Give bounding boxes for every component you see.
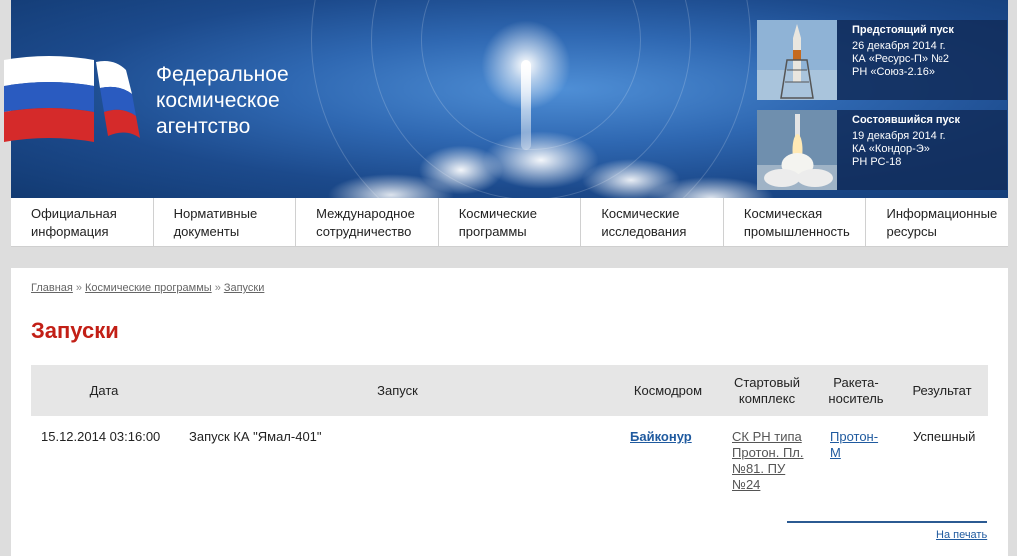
completed-launch-rocket: РН РС-18: [852, 156, 902, 168]
upcoming-launch-heading: Предстоящий пуск: [852, 24, 954, 36]
breadcrumb-separator: »: [75, 282, 82, 294]
nav-item-label: информация: [31, 224, 109, 239]
launch-complex-line: СК РН типа: [732, 429, 802, 444]
breadcrumb-launches-link[interactable]: Запуски: [224, 282, 265, 294]
column-header-launch: Запуск: [177, 365, 618, 416]
completed-launch-panel[interactable]: Состоявшийся пуск 19 декабря 2014 г. КА …: [757, 110, 1007, 190]
completed-launch-info: Состоявшийся пуск 19 декабря 2014 г. КА …: [852, 114, 960, 169]
nav-item-label: исследования: [601, 224, 687, 239]
nav-item-space-research[interactable]: Космические исследования: [581, 198, 724, 246]
completed-launch-thumbnail: [757, 110, 837, 190]
breadcrumb-space-programs-link[interactable]: Космические программы: [85, 282, 212, 294]
agency-title-line: агентство: [156, 115, 251, 138]
upcoming-launch-thumbnail: [757, 20, 837, 100]
column-header-line: Ракета-: [833, 374, 879, 390]
column-header-line: Стартовый: [734, 374, 800, 390]
footer-divider: [787, 521, 987, 523]
nav-item-label: Нормативные: [173, 206, 258, 221]
launch-clouds: [311, 110, 791, 198]
nav-item-label: Информационные: [886, 206, 998, 221]
nav-item-label: промышленность: [743, 224, 850, 239]
nav-item-space-industry[interactable]: Космическая промышленность: [724, 198, 867, 246]
nav-item-space-programs[interactable]: Космические программы: [439, 198, 582, 246]
cell-cosmodrome: Байконур: [618, 416, 718, 493]
breadcrumb: Главная» Космические программы» Запуски: [31, 282, 264, 294]
completed-launch-heading: Состоявшийся пуск: [852, 114, 961, 126]
column-header-line: комплекс: [738, 390, 796, 406]
upcoming-launch-info: Предстоящий пуск 26 декабря 2014 г. КА «…: [852, 24, 954, 79]
agency-title-line: космическое: [156, 89, 280, 112]
main-content: Главная» Космические программы» Запуски За…: [11, 268, 1008, 556]
nav-item-official-info[interactable]: Официальная информация: [11, 198, 154, 246]
nav-item-label: документы: [173, 224, 240, 239]
cosmodrome-link[interactable]: Байконур: [630, 429, 692, 444]
launch-complex-line: №81. ПУ: [732, 461, 786, 476]
agency-title[interactable]: Федеральное космическое агентство: [156, 62, 336, 140]
launch-complex-link[interactable]: СК РН типа Протон. Пл. №81. ПУ №24: [732, 429, 808, 493]
page-title: Запуски: [31, 318, 119, 343]
upcoming-launch-rocket: РН «Союз-2.16»: [852, 66, 935, 78]
breadcrumb-home-link[interactable]: Главная: [31, 282, 73, 294]
agency-title-line: Федеральное: [156, 63, 289, 86]
nav-item-label: ресурсы: [886, 224, 937, 239]
main-nav: Официальная информация Нормативные докум…: [11, 198, 1008, 247]
nav-item-international[interactable]: Международное сотрудничество: [296, 198, 439, 246]
launch-complex-line: №24: [732, 477, 761, 492]
nav-item-info-resources[interactable]: Информационные ресурсы: [866, 198, 1008, 246]
nav-item-regulatory-docs[interactable]: Нормативные документы: [154, 198, 297, 246]
column-header-line: носитель: [828, 390, 884, 406]
breadcrumb-separator: »: [214, 282, 221, 294]
rocket-link[interactable]: Протон-М: [830, 429, 878, 460]
upcoming-launch-panel[interactable]: Предстоящий пуск 26 декабря 2014 г. КА «…: [757, 20, 1007, 100]
table-row: 15.12.2014 03:16:00 Запуск КА "Ямал-401"…: [31, 416, 988, 493]
cell-launch-complex: СК РН типа Протон. Пл. №81. ПУ №24: [718, 416, 816, 493]
print-link[interactable]: На печать: [936, 529, 987, 541]
completed-launch-spacecraft: КА «Кондор-Э»: [852, 143, 930, 155]
nav-item-label: Космические: [601, 206, 680, 221]
upcoming-launch-spacecraft: КА «Ресурс-П» №2: [852, 53, 950, 65]
cell-result: Успешный: [913, 429, 976, 444]
column-header-cosmodrome: Космодром: [618, 365, 718, 416]
cell-rocket: Протон-М: [816, 416, 896, 493]
nav-item-label: Космическая: [743, 206, 823, 221]
column-header-date: Дата: [31, 365, 177, 416]
upcoming-launch-date: 26 декабря 2014 г.: [852, 40, 946, 52]
cell-launch: Запуск КА "Ямал-401": [189, 429, 322, 444]
russian-flag-logo[interactable]: [4, 56, 144, 146]
column-header-rocket: Ракета- носитель: [816, 365, 896, 416]
launch-complex-line: Протон. Пл.: [732, 445, 804, 460]
column-header-result: Результат: [896, 365, 988, 416]
nav-item-label: программы: [458, 224, 527, 239]
column-header-launch-complex: Стартовый комплекс: [718, 365, 816, 416]
nav-item-label: сотрудничество: [316, 224, 412, 239]
launches-table: Дата Запуск Космодром Стартовый комплекс…: [31, 365, 988, 493]
nav-item-label: Международное: [316, 206, 415, 221]
table-header-row: Дата Запуск Космодром Стартовый комплекс…: [31, 365, 988, 416]
nav-item-label: Официальная: [31, 206, 117, 221]
cell-date: 15.12.2014 03:16:00: [41, 429, 161, 444]
nav-item-label: Космические: [458, 206, 537, 221]
completed-launch-date: 19 декабря 2014 г.: [852, 130, 946, 142]
